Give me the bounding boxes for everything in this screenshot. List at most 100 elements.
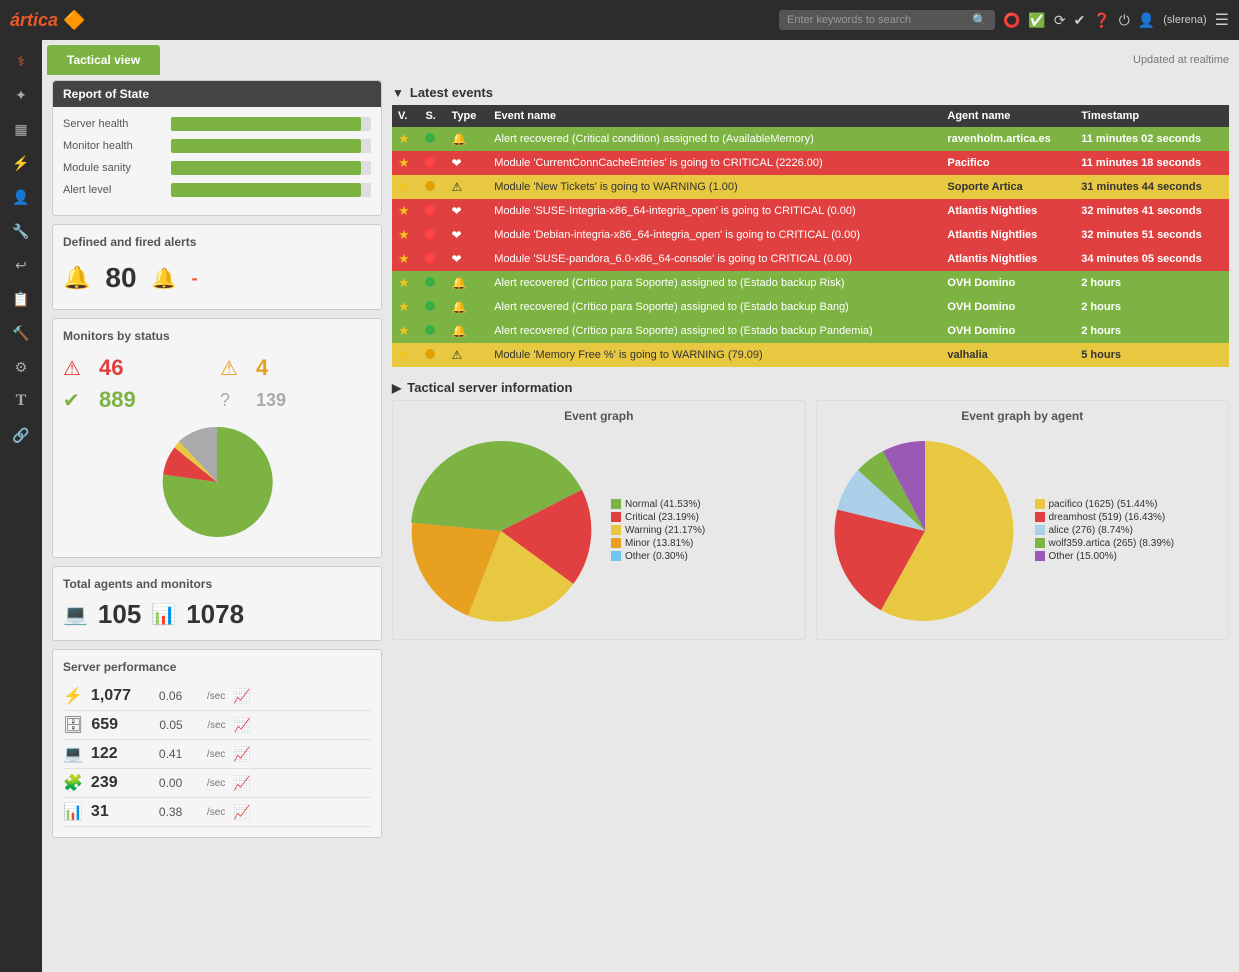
event-star[interactable]: ★ [392,151,419,175]
left-panel: Report of State Server health Monitor he… [52,80,382,846]
alert-level-bar-bg [171,183,371,197]
sidebar-item-reports[interactable]: ▦ [3,113,39,145]
warning-icon: ⚠ [220,356,250,381]
alerts-title: Defined and fired alerts [63,235,371,249]
table-row: ★❤Module 'Debian-integria-x86_64-integri… [392,223,1229,247]
check-icon[interactable]: ✅ [1028,12,1045,29]
perf-count-1: 659 [91,716,151,734]
help-icon[interactable]: ❓ [1093,12,1110,29]
event-graph-box: Event graph [392,400,806,640]
monitor-health-label: Monitor health [63,140,163,152]
report-of-state-header: Report of State [53,81,381,107]
legend-dot-normal [611,499,621,509]
perf-rate-2: 0.41 [159,747,199,761]
links-icon: 🔗 [12,427,29,444]
event-type: ❤ [445,223,488,247]
sidebar-item-links[interactable]: 🔗 [3,419,39,451]
legend-minor: Minor (13.81%) [611,538,705,549]
topbar: ártica 🔶 🔍 ⭕ ✅ ⟳ ✔ ❓ ⏻ 👤 (slerena) ☰ [0,0,1239,40]
table-row: ★❤Module 'CurrentConnCacheEntries' is go… [392,151,1229,175]
alerts-row: 🔔 80 🔔 - [63,257,371,299]
sidebar-item-inventory[interactable]: 📋 [3,283,39,315]
server-health-label: Server health [63,118,163,130]
legend-pacifico: pacifico (1625) (51.44%) [1035,499,1175,510]
perf-row-0: ⚡ 1,077 0.06 /sec 📈 [63,682,371,711]
event-star[interactable]: ★ [392,271,419,295]
event-status [419,295,445,319]
server-health-bar-bg [171,117,371,131]
report-of-state-card: Report of State Server health Monitor he… [52,80,382,216]
legend-label-pacifico: pacifico (1625) (51.44%) [1049,499,1158,510]
event-timestamp: 2 hours [1075,271,1229,295]
legend-normal: Normal (41.53%) [611,499,705,510]
event-star[interactable]: ★ [392,199,419,223]
event-star[interactable]: ★ [392,295,419,319]
perf-row-2: 💻 122 0.41 /sec 📈 [63,740,371,769]
alert-level-row: Alert level [63,183,371,197]
table-row: ★ ❤Module 'SUSE-pandora_6.0-x86_64-consol… [392,247,1229,271]
event-status [419,343,445,367]
event-status [419,319,445,343]
alert-level-label: Alert level [63,184,163,196]
event-type: ❤ [445,199,488,223]
settings-icon: ⚙ [15,359,28,376]
alerts-icon: ⚡ [12,155,29,172]
event-timestamp: 34 minutes 05 seconds [1075,247,1229,271]
sidebar-item-users[interactable]: 👤 [3,181,39,213]
sidebar-item-monitoring[interactable]: ✦ [3,79,39,111]
perf-rate-icon-3: 📈 [233,775,250,792]
charts-row: Event graph [392,400,1229,640]
event-graph-legend: Normal (41.53%) Critical (23.19%) Warnin… [611,499,705,564]
search-bar[interactable]: 🔍 [779,10,995,30]
sidebar-item-alerts[interactable]: ⚡ [3,147,39,179]
shutdown-icon[interactable]: ⏻ [1119,12,1130,29]
event-star[interactable]: ★ [392,319,419,343]
perf-row-4: 📊 31 0.38 /sec 📈 [63,798,371,827]
event-star[interactable]: ★ [392,223,419,247]
event-name: Module 'SUSE-pandora_6.0-x86_64-console'… [488,247,941,271]
tab-tactical-view[interactable]: Tactical view [47,45,160,75]
power-icon[interactable]: ⟳ [1054,12,1066,29]
server-health-bar-fill [171,117,361,131]
refresh-icon[interactable]: ⭕ [1003,12,1020,29]
server-performance-body: Server performance ⚡ 1,077 0.06 /sec 📈 🗄… [53,650,381,837]
legend-label-critical: Critical (23.19%) [625,512,699,523]
module-sanity-label: Module sanity [63,162,163,174]
col-time: Timestamp [1075,105,1229,127]
event-graph-agent-title: Event graph by agent [825,409,1221,423]
event-star[interactable]: ★ [392,127,419,151]
event-name: Module 'CurrentConnCacheEntries' is goin… [488,151,941,175]
tactical-server-header[interactable]: ▶ Tactical server information [392,375,1229,400]
legend-label-normal: Normal (41.53%) [625,499,701,510]
sidebar-item-back[interactable]: ↩ [3,249,39,281]
sidebar-item-config[interactable]: 🔨 [3,317,39,349]
sidebar-item-settings[interactable]: ⚙ [3,351,39,383]
event-agent: OVH Domino [941,295,1075,319]
event-timestamp: 11 minutes 02 seconds [1075,127,1229,151]
search-input[interactable] [787,14,967,26]
event-type: ❤ [445,247,488,271]
legend-label-minor: Minor (13.81%) [625,538,693,549]
event-star[interactable]: ★ [392,343,419,367]
event-star[interactable]: ★ [392,175,419,199]
latest-events-header[interactable]: ▼ Latest events [392,80,1229,105]
bell-icon: 🔔 [63,265,90,291]
sidebar-item-tools[interactable]: 🔧 [3,215,39,247]
legend-label-warning: Warning (21.17%) [625,525,705,536]
sidebar-item-text[interactable]: T [3,385,39,417]
sidebar-item-health[interactable]: ⚕ [3,45,39,77]
tick-icon[interactable]: ✔ [1074,12,1086,29]
monitors-status-card: Monitors by status ⚠ 46 ⚠ 4 ✔ 889 ? 139 [52,318,382,558]
legend-label-wolf359: wolf359.artica (265) (8.39%) [1049,538,1175,549]
server-perf-title: Server performance [63,660,371,674]
menu-icon[interactable]: ☰ [1215,10,1229,30]
event-name: Alert recovered (Critical condition) ass… [488,127,941,151]
monitoring-icon: ✦ [15,87,27,104]
event-star[interactable]: ★ [392,247,419,271]
event-timestamp: 32 minutes 41 seconds [1075,199,1229,223]
event-agent-legend: pacifico (1625) (51.44%) dreamhost (519)… [1035,499,1175,564]
col-event: Event name [488,105,941,127]
server-performance-card: Server performance ⚡ 1,077 0.06 /sec 📈 🗄… [52,649,382,838]
health-icon: ⚕ [17,53,25,70]
user-icon[interactable]: 👤 [1138,12,1155,29]
